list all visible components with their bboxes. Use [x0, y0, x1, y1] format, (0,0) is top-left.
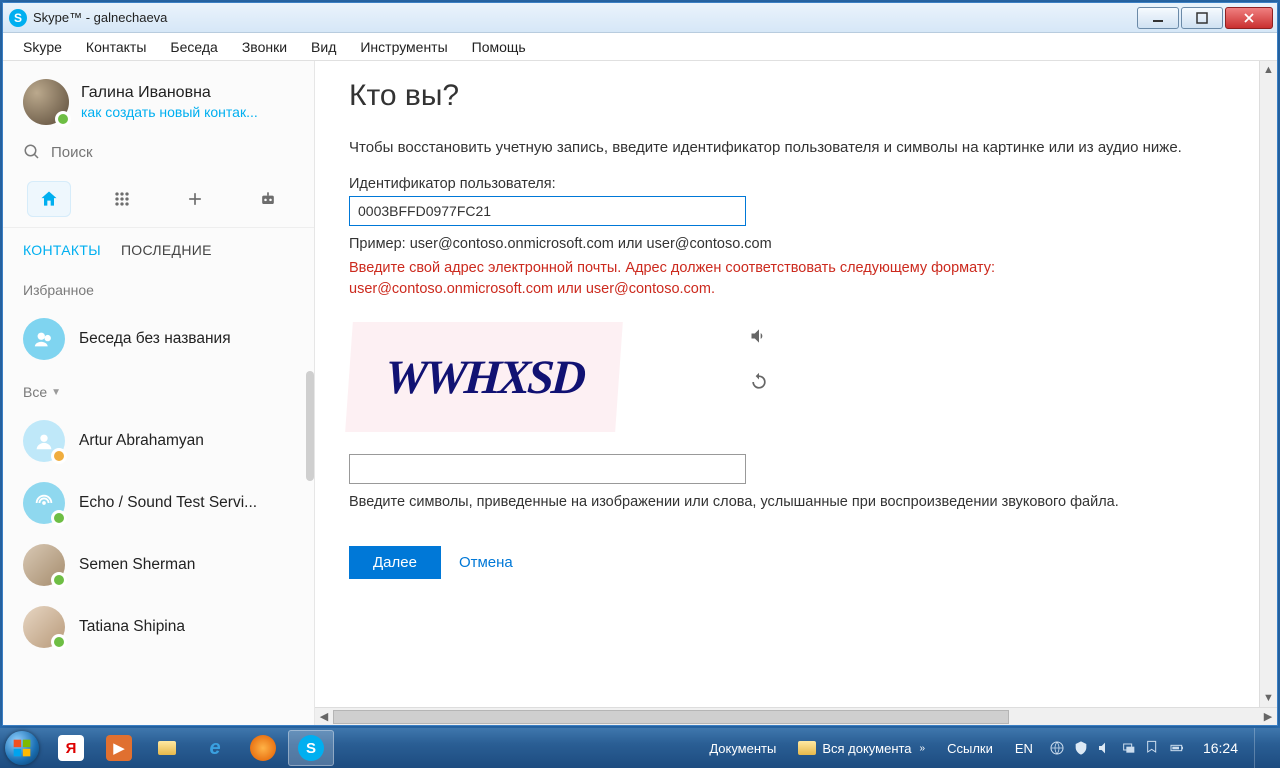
start-button[interactable] — [0, 728, 44, 768]
intro-text: Чтобы восстановить учетную запись, введи… — [349, 139, 1229, 156]
taskbar-documents[interactable]: Документы — [703, 737, 782, 760]
show-desktop-button[interactable] — [1254, 728, 1266, 768]
tray-network-icon[interactable] — [1121, 740, 1137, 756]
taskbar-skype[interactable]: S — [288, 730, 334, 766]
taskbar-all-documents[interactable]: Вся документа» — [792, 737, 931, 760]
taskbar: Я ▶ e S Документы Вся документа» Ссылки … — [0, 728, 1280, 768]
sidebar-scrollbar[interactable] — [306, 371, 314, 481]
scroll-up-icon[interactable]: ▲ — [1260, 61, 1277, 79]
taskbar-media[interactable]: ▶ — [96, 730, 142, 766]
search-icon — [23, 143, 41, 161]
cancel-link[interactable]: Отмена — [459, 554, 513, 571]
error-text: Введите свой адрес электронной почты. Ад… — [349, 258, 1069, 300]
scroll-left-icon[interactable]: ◀ — [315, 708, 333, 726]
avatar — [23, 606, 65, 648]
nav-bot-button[interactable] — [246, 181, 290, 217]
captcha-input[interactable] — [349, 454, 746, 484]
search-box[interactable] — [3, 135, 314, 175]
tray-action-center-icon[interactable] — [1145, 740, 1161, 756]
captcha-hint: Введите символы, приведенные на изображе… — [349, 494, 1189, 510]
windows-orb-icon — [5, 731, 39, 765]
menu-view[interactable]: Вид — [301, 36, 346, 58]
main-content: Кто вы? Чтобы восстановить учетную запис… — [315, 61, 1277, 725]
menu-conversation[interactable]: Беседа — [160, 36, 227, 58]
contact-semen[interactable]: Semen Sherman — [3, 534, 314, 596]
chevron-down-icon: ▼ — [51, 387, 61, 398]
vertical-scrollbar[interactable]: ▲ ▼ — [1259, 61, 1277, 707]
minimize-button[interactable] — [1137, 7, 1179, 29]
contact-name: Artur Abrahamyan — [79, 432, 204, 450]
tray-globe-icon[interactable] — [1049, 740, 1065, 756]
search-input[interactable] — [51, 144, 294, 161]
section-all[interactable]: Все ▼ — [3, 370, 314, 410]
section-favorites[interactable]: Избранное — [3, 268, 314, 308]
window-title: Skype™ - galnechaeva — [33, 10, 167, 25]
profile-mood[interactable]: как создать новый контак... — [81, 104, 258, 120]
taskbar-explorer[interactable] — [144, 730, 190, 766]
tray-antivirus-icon[interactable] — [1073, 740, 1089, 756]
nav-dialpad-button[interactable] — [100, 181, 144, 217]
contact-name: Semen Sherman — [79, 556, 195, 574]
profile-avatar — [23, 79, 69, 125]
contact-name: Беседа без названия — [79, 330, 231, 348]
presence-away-icon — [51, 448, 67, 464]
page-heading: Кто вы? — [349, 79, 1277, 113]
tab-contacts[interactable]: КОНТАКТЫ — [23, 242, 101, 258]
sidebar: Галина Ивановна как создать новый контак… — [3, 61, 315, 725]
contact-group-untitled[interactable]: Беседа без названия — [3, 308, 314, 370]
userid-label: Идентификатор пользователя: — [349, 176, 1277, 192]
avatar — [23, 544, 65, 586]
group-icon — [23, 318, 65, 360]
contact-echo[interactable]: Echo / Sound Test Servi... — [3, 472, 314, 534]
tab-recent[interactable]: ПОСЛЕДНИЕ — [121, 242, 212, 258]
system-tray — [1049, 740, 1185, 756]
app-window: S Skype™ - galnechaeva Skype Контакты Бе… — [2, 2, 1278, 726]
maximize-button[interactable] — [1181, 7, 1223, 29]
contact-name: Tatiana Shipina — [79, 618, 185, 636]
scroll-right-icon[interactable]: ▶ — [1259, 708, 1277, 726]
example-text: Пример: user@contoso.onmicrosoft.com или… — [349, 236, 1277, 252]
titlebar[interactable]: S Skype™ - galnechaeva — [3, 3, 1277, 33]
horizontal-scrollbar[interactable]: ◀ ▶ — [315, 707, 1277, 725]
tray-volume-icon[interactable] — [1097, 740, 1113, 756]
menu-contacts[interactable]: Контакты — [76, 36, 156, 58]
presence-online-icon — [51, 572, 67, 588]
profile-area[interactable]: Галина Ивановна как создать новый контак… — [3, 61, 314, 135]
menu-calls[interactable]: Звонки — [232, 36, 297, 58]
contact-name: Echo / Sound Test Servi... — [79, 494, 257, 512]
nav-home-button[interactable] — [27, 181, 71, 217]
taskbar-clock[interactable]: 16:24 — [1203, 740, 1238, 756]
taskbar-yandex[interactable]: Я — [48, 730, 94, 766]
profile-name: Галина Ивановна — [81, 84, 258, 102]
nav-add-button[interactable] — [173, 181, 217, 217]
menu-help[interactable]: Помощь — [462, 36, 536, 58]
avatar — [23, 420, 65, 462]
taskbar-language[interactable]: EN — [1009, 737, 1039, 760]
tray-battery-icon[interactable] — [1169, 740, 1185, 756]
presence-online-icon — [51, 510, 67, 526]
close-button[interactable] — [1225, 7, 1273, 29]
presence-online-icon — [55, 111, 71, 127]
contact-tatiana[interactable]: Tatiana Shipina — [3, 596, 314, 658]
skype-icon: S — [9, 9, 27, 27]
contact-artur[interactable]: Artur Abrahamyan — [3, 410, 314, 472]
audio-captcha-icon[interactable] — [749, 326, 769, 346]
next-button[interactable]: Далее — [349, 546, 441, 579]
refresh-captcha-icon[interactable] — [749, 372, 769, 392]
captcha-image: WWHXSD — [345, 322, 623, 432]
taskbar-ie[interactable]: e — [192, 730, 238, 766]
menubar: Skype Контакты Беседа Звонки Вид Инструм… — [3, 33, 1277, 61]
scroll-thumb[interactable] — [333, 710, 1009, 724]
nav-row — [3, 175, 314, 228]
taskbar-links[interactable]: Ссылки — [941, 737, 999, 760]
presence-online-icon — [51, 634, 67, 650]
folder-icon — [798, 741, 816, 755]
menu-skype[interactable]: Skype — [13, 36, 72, 58]
userid-input[interactable] — [349, 196, 746, 226]
sidebar-tabs: КОНТАКТЫ ПОСЛЕДНИЕ — [3, 228, 314, 268]
avatar — [23, 482, 65, 524]
scroll-down-icon[interactable]: ▼ — [1260, 689, 1277, 707]
menu-tools[interactable]: Инструменты — [350, 36, 457, 58]
taskbar-firefox[interactable] — [240, 730, 286, 766]
